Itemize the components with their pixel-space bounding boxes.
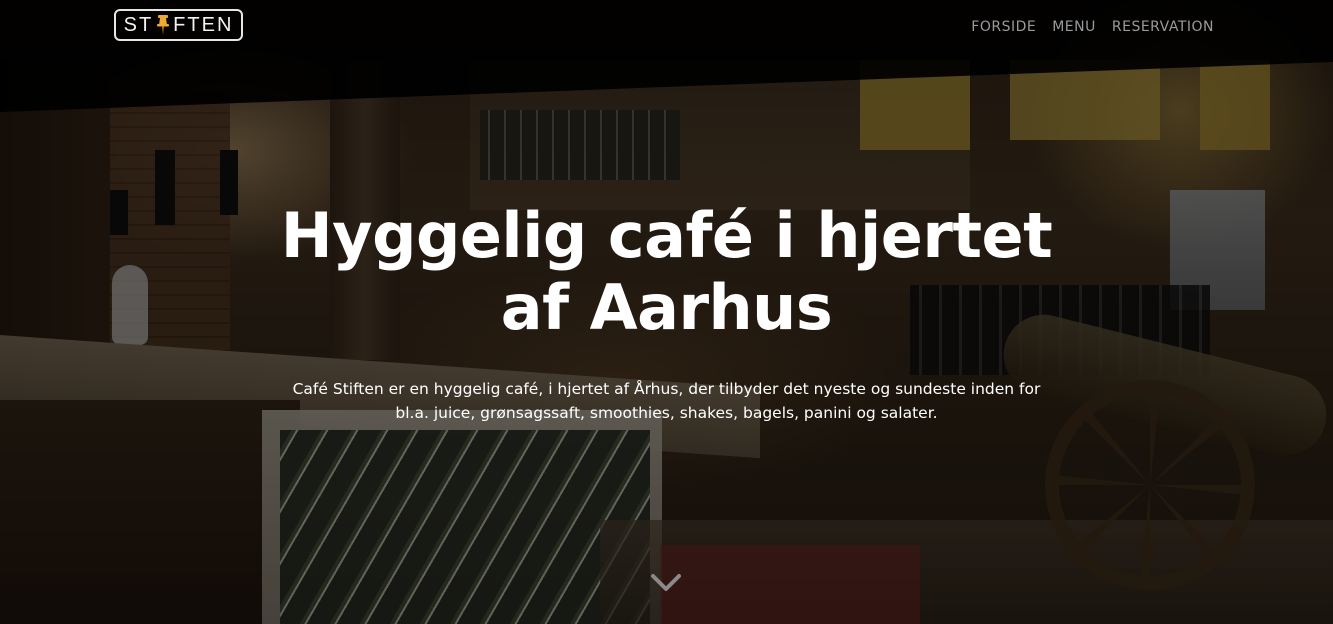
hero-subtitle: Café Stiften er en hyggelig café, i hjer… [292,380,1041,422]
nav-link-menu[interactable]: MENU [1052,19,1096,35]
brand-text-end: FTEN [173,13,234,36]
brand-logo[interactable]: ST FTEN [114,9,243,41]
nav-link-reservation[interactable]: RESERVATION [1112,19,1214,35]
chevron-down-icon[interactable] [649,570,683,594]
nav-link-forside[interactable]: FORSIDE [971,19,1036,35]
main-nav: FORSIDE MENU RESERVATION [971,19,1214,35]
brand-text-start: ST [123,13,154,36]
hero-title: Hyggelig café i hjertet af Aarhus [280,199,1053,344]
pushpin-icon [156,14,170,36]
top-navbar: ST FTEN FORSIDE MENU RESERVATION [0,0,1333,62]
